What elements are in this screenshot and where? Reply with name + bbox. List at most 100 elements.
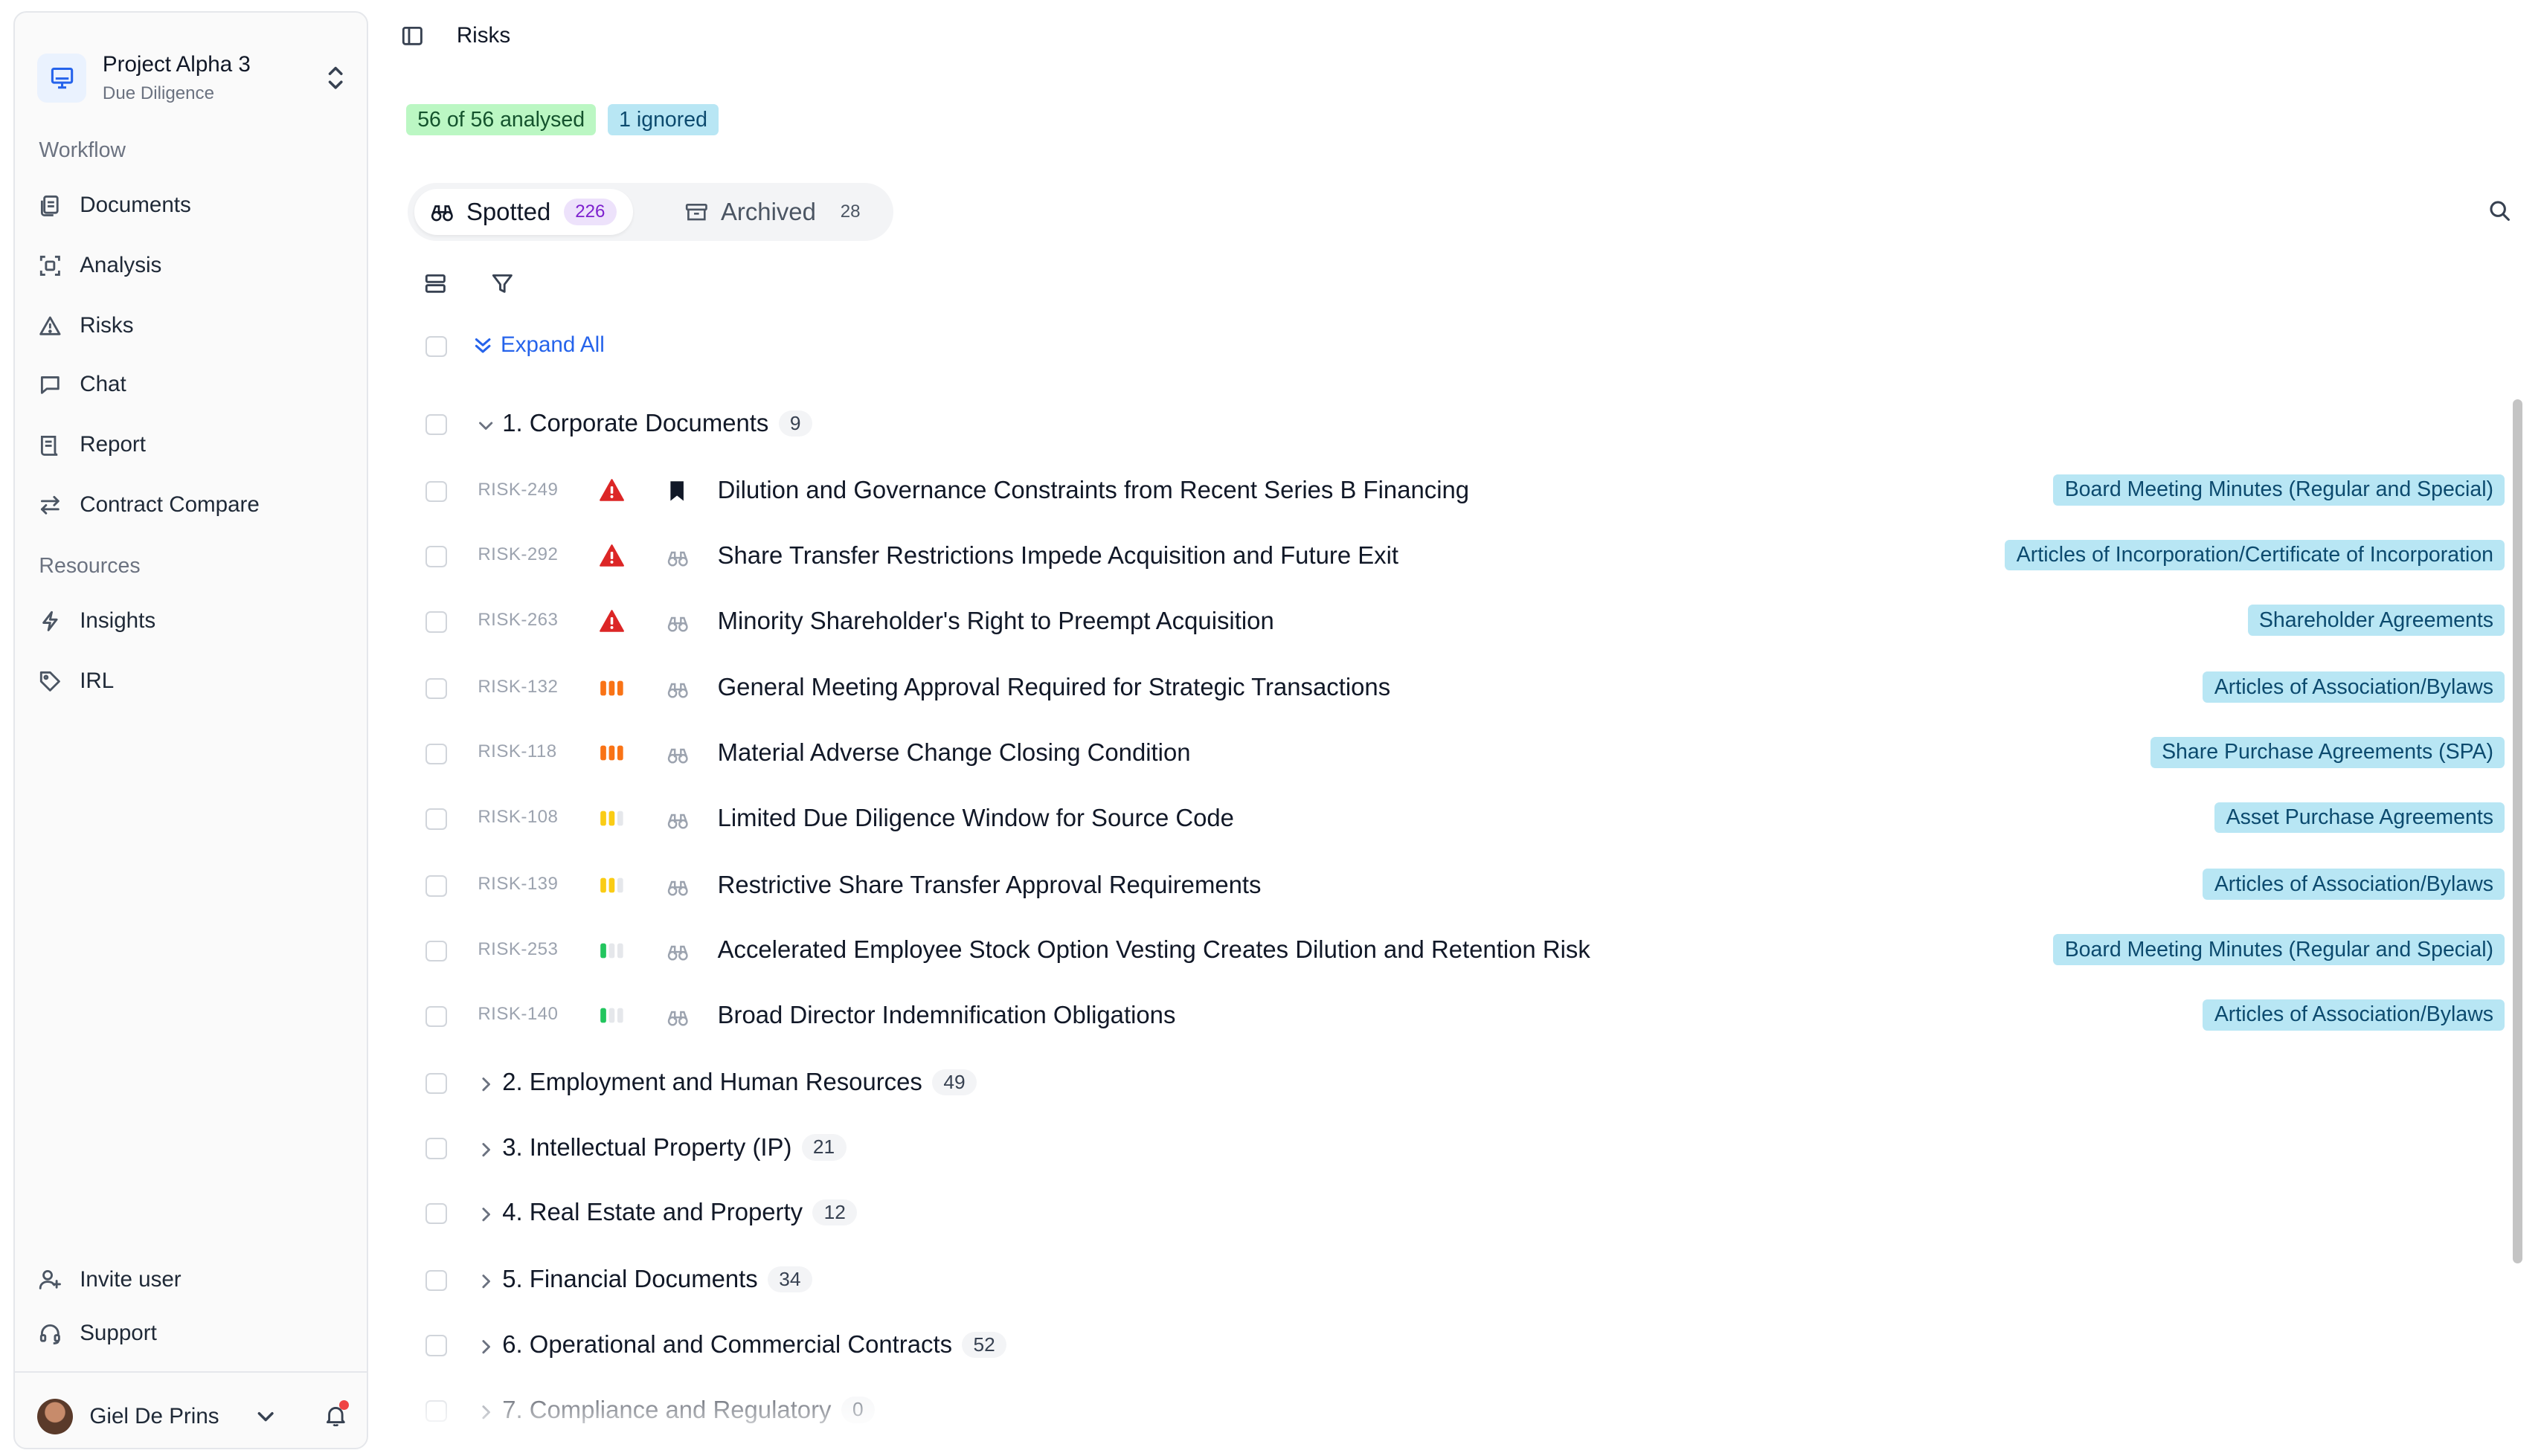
row-checkbox[interactable] — [425, 611, 447, 633]
severity-medium-icon — [599, 805, 625, 831]
nav-item-risks[interactable]: Risks — [37, 301, 357, 350]
group-row[interactable]: 6. Operational and Commercial Contracts 5… — [368, 1312, 2505, 1378]
row-checkbox[interactable] — [425, 1400, 447, 1422]
document-type-tag[interactable]: Articles of Incorporation/Certificate of… — [2005, 539, 2505, 571]
row-checkbox[interactable] — [425, 480, 447, 503]
severity-low-icon — [599, 938, 625, 964]
chevron-down-icon[interactable] — [256, 1405, 279, 1428]
nav-item-report[interactable]: Report — [37, 420, 357, 469]
risk-row[interactable]: RISK-139 Restrictive Share Transfer Appr… — [368, 853, 2505, 918]
bell-icon[interactable] — [324, 1399, 350, 1429]
chevron-right-icon[interactable] — [476, 1333, 499, 1356]
group-row[interactable]: 3. Intellectual Property (IP) 21 — [368, 1115, 2505, 1181]
group-title: 1. Corporate Documents 9 — [502, 409, 812, 437]
row-checkbox[interactable] — [425, 1138, 447, 1159]
risk-row[interactable]: RISK-292 Share Transfer Restrictions Imp… — [368, 524, 2505, 589]
document-type-tag[interactable]: Articles of Association/Bylaws — [2203, 999, 2505, 1031]
risk-row[interactable]: RISK-253 Accelerated Employee Stock Opti… — [368, 918, 2505, 983]
binoculars-icon[interactable] — [667, 741, 688, 764]
chevron-up-down-icon[interactable] — [323, 62, 349, 94]
risk-title[interactable]: Minority Shareholder's Right to Preempt … — [718, 607, 1274, 635]
binoculars-icon[interactable] — [667, 807, 688, 830]
risk-title[interactable]: Restrictive Share Transfer Approval Requ… — [718, 871, 1262, 899]
nav-item-chat[interactable]: Chat — [37, 360, 357, 409]
risk-title[interactable]: Broad Director Indemnification Obligatio… — [718, 1001, 1176, 1029]
nav-item-insights[interactable]: Insights — [37, 596, 357, 645]
risk-row[interactable]: RISK-118 Material Adverse Change Closing… — [368, 721, 2505, 786]
nav-item-analysis[interactable]: Analysis — [37, 241, 357, 290]
binoculars-icon[interactable] — [667, 1004, 688, 1027]
document-type-tag[interactable]: Board Meeting Minutes (Regular and Speci… — [2053, 934, 2505, 965]
nav-item-label: Insights — [80, 608, 156, 634]
nav-item-irl[interactable]: IRL — [37, 657, 357, 706]
row-checkbox[interactable] — [425, 940, 447, 962]
scrollbar[interactable] — [2513, 399, 2523, 1264]
expand-all-button[interactable]: Expand All — [473, 332, 605, 358]
risk-title[interactable]: Material Adverse Change Closing Conditio… — [718, 738, 1191, 767]
severity-high-icon — [599, 675, 625, 701]
group-row[interactable]: 2. Employment and Human Resources 49 — [368, 1050, 2505, 1115]
nav-item-contract-compare[interactable]: Contract Compare — [37, 481, 357, 530]
analysed-badge: 56 of 56 analysed — [405, 104, 597, 136]
risk-row[interactable]: RISK-108 Limited Due Diligence Window fo… — [368, 786, 2505, 851]
ignored-badge[interactable]: 1 ignored — [607, 104, 719, 136]
binoculars-icon[interactable] — [667, 874, 688, 897]
sidebar-toggle-icon[interactable] — [401, 23, 427, 49]
document-type-tag[interactable]: Shareholder Agreements — [2247, 605, 2505, 637]
row-checkbox[interactable] — [425, 1005, 447, 1028]
nav-item-documents[interactable]: Documents — [37, 181, 357, 230]
tab-archived[interactable]: Archived 28 — [669, 189, 888, 234]
chevron-right-icon[interactable] — [476, 1136, 499, 1159]
chevron-right-icon[interactable] — [476, 1071, 499, 1094]
document-type-tag[interactable]: Articles of Association/Bylaws — [2203, 869, 2505, 901]
row-checkbox[interactable] — [425, 808, 447, 830]
binoculars-icon[interactable] — [667, 939, 688, 962]
chevron-right-icon[interactable] — [476, 1399, 499, 1422]
row-checkbox[interactable] — [425, 677, 447, 700]
document-type-tag[interactable]: Share Purchase Agreements (SPA) — [2150, 736, 2505, 768]
risk-title[interactable]: Share Transfer Restrictions Impede Acqui… — [718, 541, 1398, 570]
risk-title[interactable]: Limited Due Diligence Window for Source … — [718, 804, 1234, 832]
chevron-down-icon[interactable] — [476, 413, 499, 436]
group-row[interactable]: 1. Corporate Documents 9 — [368, 391, 2505, 457]
group-row[interactable]: 7. Compliance and Regulatory 0 — [368, 1377, 2505, 1443]
document-type-tag[interactable]: Articles of Association/Bylaws — [2203, 671, 2505, 703]
bookmark-icon[interactable] — [667, 480, 688, 503]
project-switcher[interactable]: Project Alpha 3 Due Diligence — [37, 36, 355, 120]
user-menu[interactable]: Giel De Prins — [37, 1392, 357, 1441]
support-button[interactable]: Support — [37, 1309, 357, 1358]
group-by-icon[interactable] — [424, 272, 450, 298]
row-checkbox[interactable] — [425, 1269, 447, 1292]
row-checkbox[interactable] — [425, 1072, 447, 1094]
row-checkbox[interactable] — [425, 1202, 447, 1225]
group-row[interactable]: 5. Financial Documents 34 — [368, 1247, 2505, 1312]
risk-row[interactable]: RISK-249 Dilution and Governance Constra… — [368, 458, 2505, 524]
tab-spotted-count: 226 — [563, 198, 617, 226]
filter-icon[interactable] — [491, 272, 517, 298]
chevron-right-icon[interactable] — [476, 1269, 499, 1292]
binoculars-icon[interactable] — [667, 677, 688, 700]
risk-row[interactable]: RISK-132 General Meeting Approval Requir… — [368, 655, 2505, 721]
group-row[interactable]: 4. Real Estate and Property 12 — [368, 1180, 2505, 1246]
risk-row[interactable]: RISK-263 Minority Shareholder's Right to… — [368, 588, 2505, 654]
risk-title[interactable]: Dilution and Governance Constraints from… — [718, 476, 1470, 504]
row-checkbox[interactable] — [425, 875, 447, 897]
expand-all-label: Expand All — [501, 332, 605, 358]
tab-archived-count: 28 — [840, 201, 861, 222]
row-checkbox[interactable] — [425, 1335, 447, 1356]
binoculars-icon[interactable] — [667, 610, 688, 633]
risk-row[interactable]: RISK-140 Broad Director Indemnification … — [368, 983, 2505, 1048]
invite-user-button[interactable]: Invite user — [37, 1255, 357, 1304]
risk-title[interactable]: General Meeting Approval Required for St… — [718, 673, 1391, 701]
tab-spotted[interactable]: Spotted 226 — [414, 189, 633, 235]
document-type-tag[interactable]: Asset Purchase Agreements — [2214, 802, 2505, 834]
row-checkbox[interactable] — [425, 413, 447, 436]
chevron-right-icon[interactable] — [476, 1202, 499, 1225]
row-checkbox[interactable] — [425, 743, 447, 765]
row-checkbox[interactable] — [425, 546, 447, 567]
select-all-checkbox[interactable] — [425, 335, 447, 358]
risk-title[interactable]: Accelerated Employee Stock Option Vestin… — [718, 935, 1590, 964]
search-icon[interactable] — [2488, 199, 2514, 225]
binoculars-icon[interactable] — [667, 544, 688, 567]
document-type-tag[interactable]: Board Meeting Minutes (Regular and Speci… — [2053, 474, 2505, 506]
